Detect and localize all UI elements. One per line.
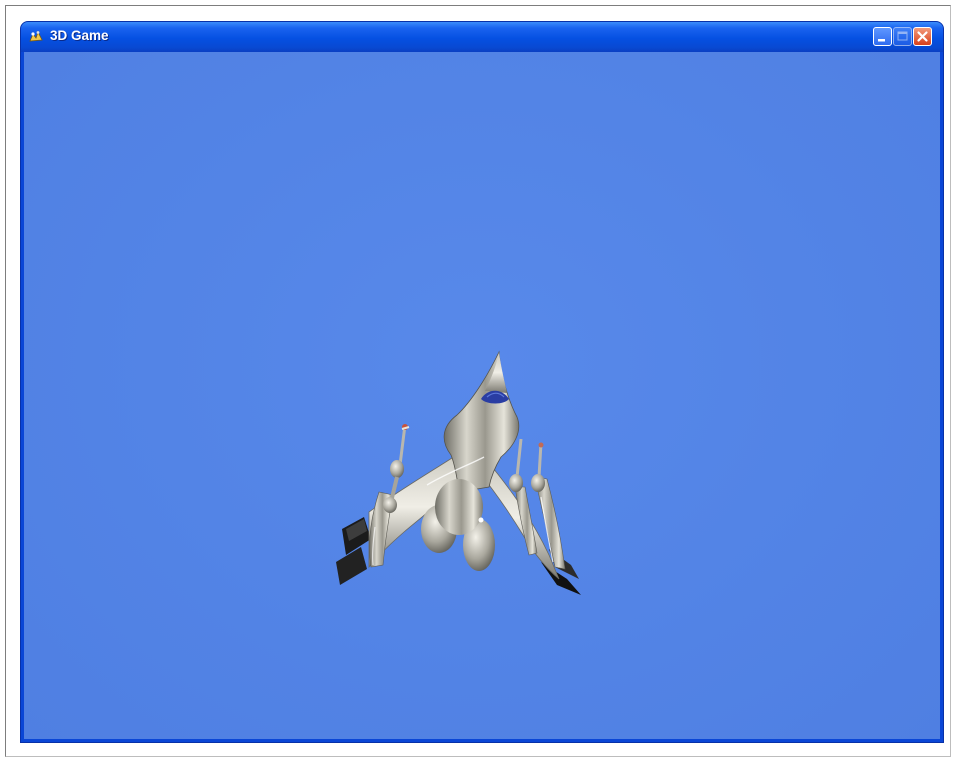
maximize-button[interactable] bbox=[893, 27, 912, 46]
game-window: 3D Game bbox=[21, 22, 943, 742]
maximize-icon bbox=[897, 31, 908, 41]
title-bar[interactable]: 3D Game bbox=[21, 22, 943, 52]
spaceship-model bbox=[336, 350, 581, 595]
minimize-icon bbox=[878, 39, 885, 42]
dx-app-icon bbox=[29, 30, 43, 42]
game-viewport[interactable] bbox=[24, 52, 940, 739]
minimize-button[interactable] bbox=[873, 27, 892, 46]
window-title: 3D Game bbox=[50, 28, 109, 43]
close-button[interactable] bbox=[913, 27, 932, 46]
close-icon bbox=[917, 31, 928, 42]
